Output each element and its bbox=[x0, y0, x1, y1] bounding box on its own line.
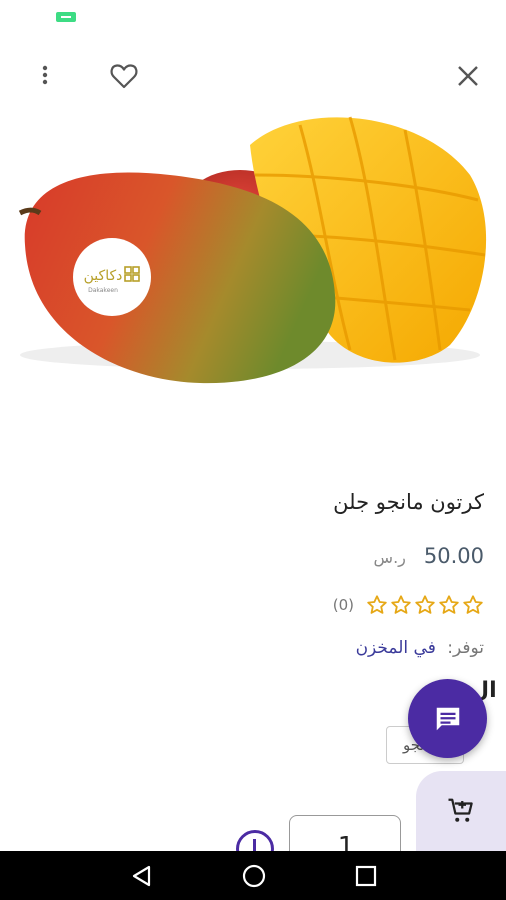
system-nav-bar bbox=[0, 851, 506, 900]
back-triangle-icon bbox=[132, 865, 151, 887]
favorite-button[interactable] bbox=[106, 58, 142, 94]
review-count: (0) bbox=[332, 596, 354, 614]
sticker-logo-subtext: Dakakeen bbox=[88, 287, 118, 294]
add-to-cart-icon bbox=[448, 798, 473, 822]
add-to-cart-button[interactable] bbox=[416, 771, 506, 851]
more-options-button[interactable] bbox=[30, 60, 60, 90]
close-button[interactable] bbox=[450, 58, 486, 94]
star-icon bbox=[463, 595, 483, 614]
recents-square-icon bbox=[355, 865, 377, 887]
star-icon bbox=[391, 595, 411, 614]
nav-home-button[interactable] bbox=[241, 863, 267, 889]
chat-button[interactable] bbox=[408, 679, 487, 758]
availability-label: توفر: bbox=[447, 638, 484, 658]
battery-icon bbox=[56, 12, 76, 22]
product-title: كرتون مانجو جلن bbox=[333, 490, 484, 514]
sticker-logo-text: دكاكين bbox=[84, 268, 123, 284]
product-price: 50.00 bbox=[423, 544, 484, 568]
status-bar bbox=[0, 0, 506, 36]
star-icon bbox=[415, 595, 435, 614]
brand-sticker: دكاكين Dakakeen bbox=[73, 238, 151, 316]
price-row: 50.00 ر.س bbox=[374, 544, 484, 568]
rating-row[interactable]: (0) bbox=[333, 594, 484, 616]
home-circle-icon bbox=[242, 864, 266, 888]
close-icon bbox=[458, 66, 478, 86]
nav-back-button[interactable] bbox=[128, 863, 154, 889]
star-icon bbox=[367, 595, 387, 614]
heart-outline-icon bbox=[110, 64, 138, 89]
nav-recents-button[interactable] bbox=[353, 863, 379, 889]
price-currency: ر.س bbox=[373, 548, 406, 567]
availability-value: في المخزن bbox=[355, 638, 436, 658]
top-bar bbox=[0, 50, 506, 100]
product-image[interactable]: دكاكين Dakakeen bbox=[0, 105, 506, 455]
chat-icon bbox=[436, 707, 459, 730]
availability-row: توفر: في المخزن bbox=[356, 638, 484, 658]
star-icon bbox=[439, 595, 459, 614]
more-vertical-icon bbox=[42, 65, 48, 85]
